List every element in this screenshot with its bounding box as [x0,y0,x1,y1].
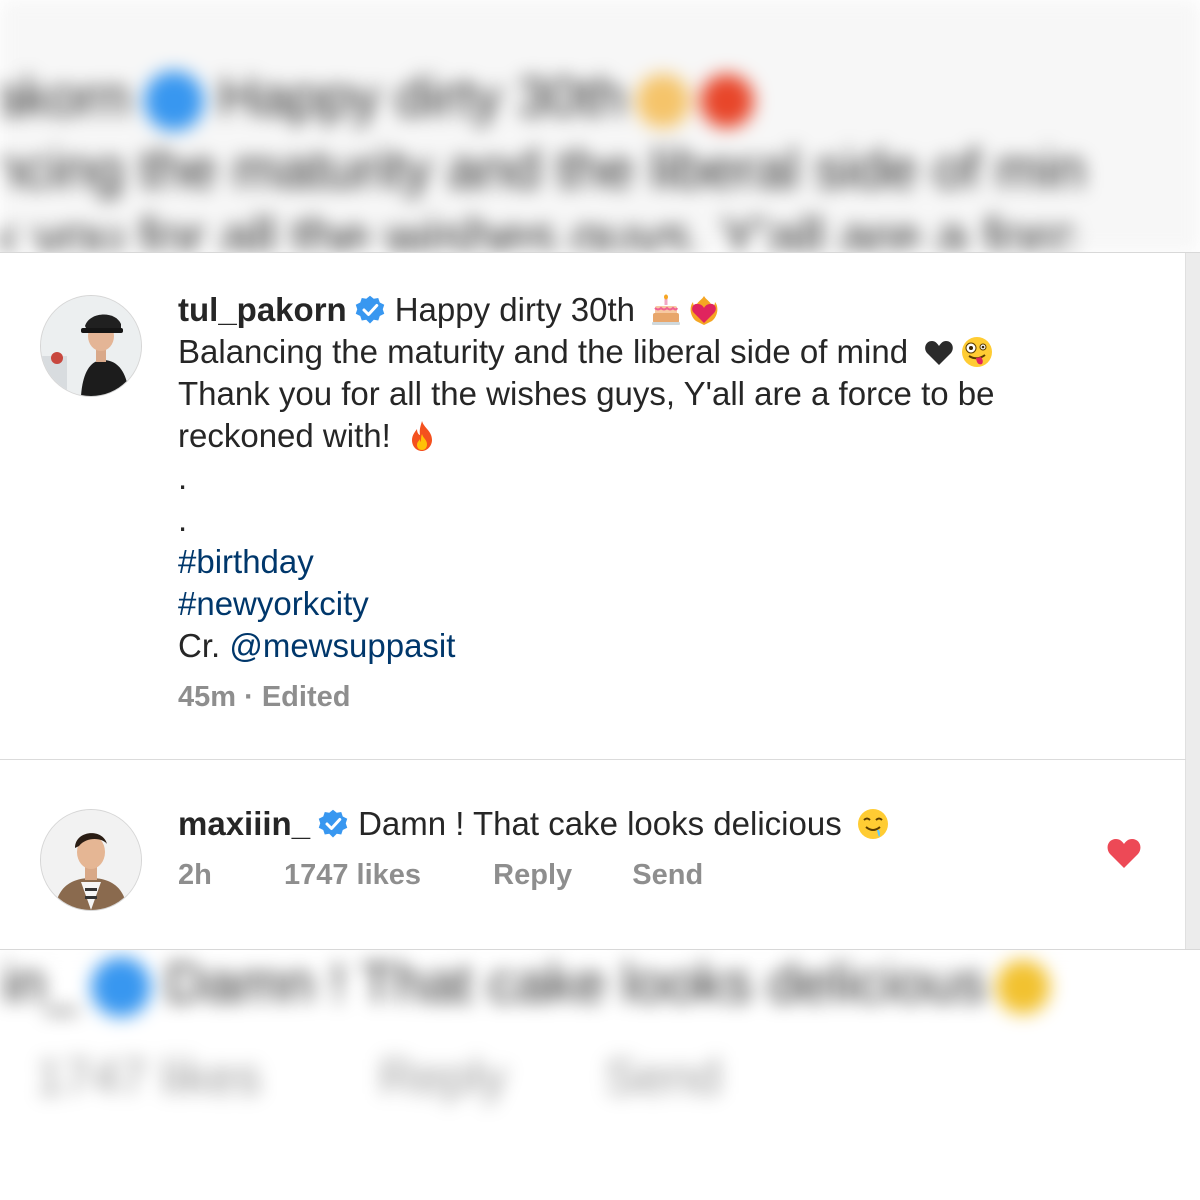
divider [0,759,1186,760]
send-button[interactable]: Send [632,859,703,892]
comment-username[interactable]: maxiiin_ [178,805,310,842]
caption-text-1: Happy dirty 30th [394,291,636,328]
heart-on-fire-icon [688,294,720,326]
verified-badge-icon [355,295,385,325]
post-time: 45m [178,681,237,713]
avatar-tul-pakorn[interactable] [40,295,142,397]
avatar-photo-icon [41,810,141,910]
mention-link[interactable]: @mewsuppasit [229,627,455,664]
blurred-background-bottom: iin_Damn ! That cake looks delicious 174… [0,948,1200,1200]
hashtag-line: #birthday [178,541,1138,583]
avatar-photo-icon [41,296,141,396]
birthday-cake-icon [650,294,682,326]
reply-button[interactable]: Reply [493,859,572,892]
black-heart-icon [923,336,955,368]
caption-text-2: Balancing the maturity and the liberal s… [178,333,909,370]
blurred-background-top: akorn Happy dirty 30th ncing the maturity… [0,0,1200,252]
blurred-line: ncing the maturity and the liberal side … [0,137,1086,200]
post-caption: tul_pakorn Happy dirty 30th Balancing the… [178,289,1138,714]
scrollbar[interactable] [1185,253,1200,949]
caption-third-line: Thank you for all the wishes guys, Y'all… [178,375,995,412]
comment-text: Damn ! That cake looks delicious [358,805,842,842]
post-username[interactable]: tul_pakorn [178,291,347,328]
hashtag-link[interactable]: #newyorkcity [178,585,369,622]
comment-meta: 2h 1747 likes Reply Send [178,859,1078,892]
caption-first-line: tul_pakorn Happy dirty 30th [178,289,1138,331]
blurred-line: iin_Damn ! That cake looks delicious [0,950,1050,1018]
comment-card: tul_pakorn Happy dirty 30th Balancing the… [0,252,1200,950]
caption-dot: . [178,459,188,496]
post-meta: 45m · Edited [178,681,1138,714]
caption-text-4: reckoned with! [178,417,391,454]
drooling-face-icon [857,808,889,840]
credit-line: Cr. @mewsuppasit [178,625,1138,667]
comment-time: 2h [178,859,212,891]
hashtag-link[interactable]: #birthday [178,543,314,580]
zany-face-icon [961,336,993,368]
caption-second-line: Balancing the maturity and the liberal s… [178,331,1138,373]
blurred-line: k you for all the wishes guys, Y'all are… [0,205,1077,252]
likes-count[interactable]: 1747 likes [284,859,421,892]
fire-icon [406,420,438,452]
meta-separator: · [244,681,254,713]
hashtag-line: #newyorkcity [178,583,1138,625]
blurred-meta: 1747 likes Reply Send [36,1049,722,1105]
comment: maxiiin_ Damn ! That cake looks delicious… [178,803,1078,892]
comment-line: maxiiin_ Damn ! That cake looks delicious [178,803,1078,845]
avatar-maxiiin[interactable] [40,809,142,911]
like-heart-icon[interactable] [1106,837,1142,869]
credit-prefix: Cr. [178,627,221,664]
edited-label: Edited [261,681,351,713]
caption-fourth-line: reckoned with! [178,415,1138,457]
verified-badge-icon [318,809,348,839]
blurred-line: akorn Happy dirty 30th [0,64,754,132]
caption-dot: . [178,501,188,538]
